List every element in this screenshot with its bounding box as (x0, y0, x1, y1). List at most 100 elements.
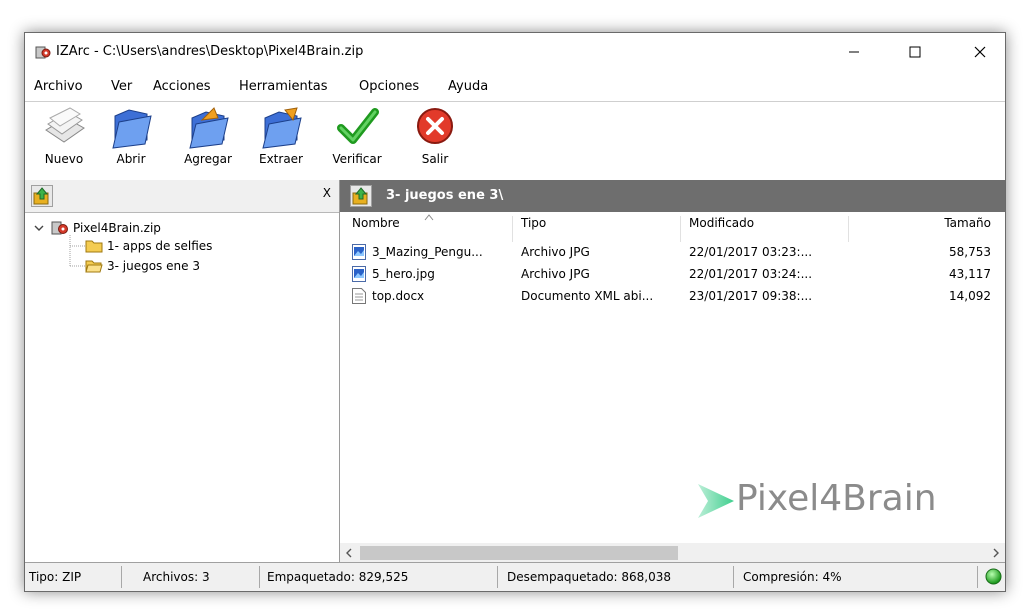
exit-icon (411, 106, 459, 150)
app-icon (35, 44, 51, 60)
file-name: 5_hero.jpg (372, 267, 435, 281)
horizontal-scrollbar[interactable] (340, 543, 1005, 563)
file-type: Documento XML abi... (521, 289, 654, 303)
folder-tree: Pixel4Brain.zip 1- apps de selfies 3- ju… (25, 213, 339, 563)
status-separator (733, 566, 734, 588)
path-bar: 3- juegos ene 3\ (340, 180, 1005, 212)
zip-archive-icon (51, 221, 68, 235)
minimize-button[interactable] (831, 33, 877, 71)
tree-item-label: 1- apps de selfies (107, 239, 213, 253)
watermark-logo: Pixel4Brain (698, 478, 937, 519)
status-separator (977, 566, 978, 588)
add-files-icon (184, 106, 232, 150)
tree-up-button[interactable] (31, 185, 53, 207)
agregar-button[interactable]: Agregar (179, 106, 237, 174)
column-header-nombre[interactable]: Nombre (352, 216, 400, 238)
nuevo-button[interactable]: Nuevo (35, 106, 93, 174)
extraer-label: Extraer (259, 152, 303, 166)
scroll-left-icon[interactable] (344, 548, 354, 558)
scroll-right-icon[interactable] (991, 548, 1001, 558)
new-archive-icon (40, 106, 88, 150)
file-modified: 22/01/2017 03:23:... (689, 245, 813, 259)
image-file-icon (352, 266, 366, 282)
verificar-label: Verificar (332, 152, 382, 166)
folder-up-icon (33, 187, 49, 205)
scrollbar-thumb[interactable] (360, 546, 678, 560)
column-header-tamano[interactable]: Tamaño (944, 216, 991, 238)
status-tipo: Tipo: ZIP (29, 570, 82, 584)
extraer-button[interactable]: Extraer (253, 106, 309, 174)
file-name: 3_Mazing_Pengu... (372, 245, 483, 259)
menu-ayuda[interactable]: Ayuda (448, 79, 488, 94)
file-size: 43,117 (949, 267, 991, 281)
chevron-down-icon[interactable] (33, 222, 45, 234)
checkmark-icon (333, 106, 381, 150)
folder-tree-pane: X Pixel4Brain.zip 1- apps de selfies 3- … (25, 180, 340, 563)
agregar-label: Agregar (184, 152, 232, 166)
watermark-text: Pixel4Brain (736, 478, 937, 519)
folder-up-icon (352, 187, 368, 205)
file-row[interactable]: 5_hero.jpg Archivo JPG 22/01/2017 03:24:… (340, 264, 1005, 286)
status-archivos: Archivos: 3 (143, 570, 210, 584)
open-folder-icon (107, 106, 155, 150)
tree-header: X (25, 180, 339, 213)
tree-item-label: 3- juegos ene 3 (107, 259, 200, 273)
watermark-arrow-icon (698, 484, 734, 518)
file-modified: 22/01/2017 03:24:... (689, 267, 813, 281)
image-file-icon (352, 244, 366, 260)
column-header-tipo[interactable]: Tipo (521, 216, 546, 238)
file-type: Archivo JPG (521, 267, 590, 281)
file-modified: 23/01/2017 09:38:... (689, 289, 813, 303)
tree-item-juegos-ene-3[interactable]: 3- juegos ene 3 (85, 259, 200, 273)
open-folder-icon (85, 260, 103, 273)
close-button[interactable] (957, 33, 1003, 71)
maximize-icon (909, 46, 921, 58)
status-separator (121, 566, 122, 588)
tree-root-label: Pixel4Brain.zip (73, 221, 161, 235)
title-bar[interactable]: IZArc - C:\Users\andres\Desktop\Pixel4Br… (25, 33, 1005, 71)
path-up-button[interactable] (350, 185, 372, 207)
file-name: top.docx (372, 289, 425, 303)
tree-close-button[interactable]: X (323, 186, 331, 200)
status-separator (259, 566, 260, 588)
verificar-button[interactable]: Verificar (327, 106, 387, 174)
salir-label: Salir (421, 152, 449, 166)
menu-acciones[interactable]: Acciones (153, 79, 211, 94)
document-file-icon (352, 288, 366, 304)
column-separator[interactable] (512, 216, 513, 242)
current-path: 3- juegos ene 3\ (386, 188, 504, 203)
status-empaquetado: Empaquetado: 829,525 (267, 570, 409, 584)
menu-opciones[interactable]: Opciones (359, 79, 419, 94)
sort-ascending-icon (424, 214, 434, 221)
extract-icon (257, 106, 305, 150)
menu-archivo[interactable]: Archivo (34, 79, 83, 94)
file-size: 14,092 (949, 289, 991, 303)
menu-ver[interactable]: Ver (111, 79, 132, 94)
toolbar: Nuevo Abrir Agregar Extraer Verificar Sa… (25, 102, 1005, 181)
file-row[interactable]: 3_Mazing_Pengu... Archivo JPG 22/01/2017… (340, 242, 1005, 264)
window-title: IZArc - C:\Users\andres\Desktop\Pixel4Br… (56, 44, 364, 59)
file-type: Archivo JPG (521, 245, 590, 259)
maximize-button[interactable] (892, 33, 938, 71)
minimize-icon (849, 51, 859, 53)
abrir-button[interactable]: Abrir (105, 106, 157, 174)
abrir-label: Abrir (116, 152, 146, 166)
status-ok-icon (985, 568, 1002, 585)
salir-button[interactable]: Salir (411, 106, 459, 174)
status-desempaquetado: Desempaquetado: 868,038 (507, 570, 672, 584)
menu-herramientas[interactable]: Herramientas (239, 79, 328, 94)
tree-root[interactable]: Pixel4Brain.zip (33, 220, 161, 236)
file-row[interactable]: top.docx Documento XML abi... 23/01/2017… (340, 286, 1005, 308)
status-compresion: Compresión: 4% (743, 570, 842, 584)
menu-bar: Archivo Ver Acciones Herramientas Opcion… (25, 71, 1005, 102)
folder-icon (85, 240, 103, 253)
column-separator[interactable] (680, 216, 681, 242)
status-separator (497, 566, 498, 588)
column-header-modificado[interactable]: Modificado (689, 216, 754, 238)
file-size: 58,753 (949, 245, 991, 259)
status-bar: Tipo: ZIP Archivos: 3 Empaquetado: 829,5… (25, 562, 1005, 591)
close-icon (974, 46, 986, 58)
tree-item-apps-de-selfies[interactable]: 1- apps de selfies (85, 239, 212, 253)
nuevo-label: Nuevo (44, 152, 84, 166)
column-separator[interactable] (848, 216, 849, 242)
